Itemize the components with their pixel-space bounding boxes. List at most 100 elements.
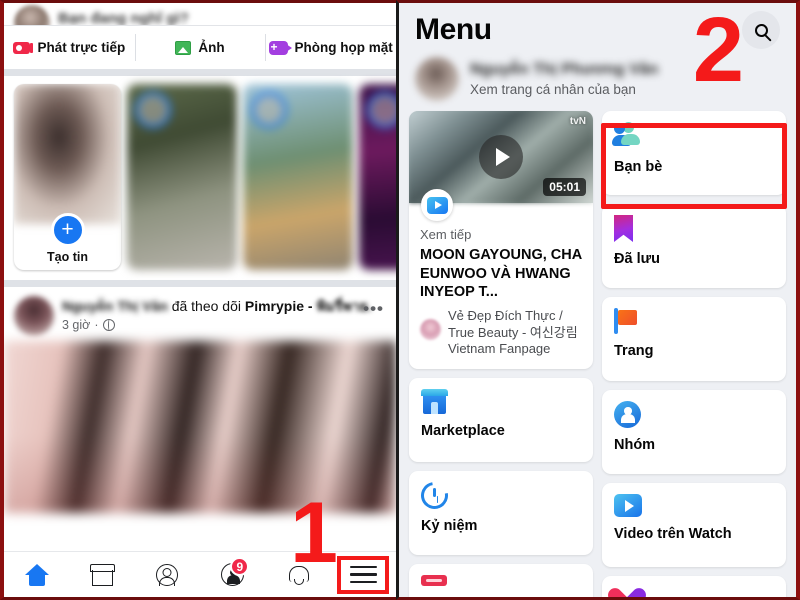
story-avatar-ring	[135, 92, 171, 128]
profile-name: Nguyễn Thị Phương Vân	[470, 61, 659, 78]
live-video-label: Phát trực tiếp	[37, 39, 126, 55]
facebook-menu-panel: Menu 2 Nguyễn Thị Phương Vân Xem trang c…	[396, 0, 800, 600]
flag-icon	[614, 308, 640, 334]
hamburger-bar	[349, 565, 377, 569]
red-card-icon	[421, 575, 447, 587]
video-room-label: Phòng họp mặt	[294, 39, 393, 55]
story-item[interactable]	[243, 84, 353, 270]
channel-tag: tvN	[569, 116, 586, 127]
hamburger-menu-icon[interactable]	[337, 555, 390, 594]
post-action-verb: đã theo dõi	[171, 298, 241, 314]
bookmark-icon	[614, 215, 633, 242]
post-headline: Nguyễn Thị Vân đã theo dõi Pimrypie - พิ…	[62, 297, 386, 315]
menu-tile-marketplace[interactable]: Marketplace	[409, 378, 593, 463]
menu-column-right: Bạn bè Đã lưu Trang Nhóm Video trên Watc	[602, 111, 786, 597]
video-room-button[interactable]: Phòng họp mặt	[265, 26, 396, 69]
annotation-step-2: 2	[692, 0, 744, 101]
stories-carousel[interactable]: + Tạo tin	[4, 84, 396, 270]
video-page-name: Vẻ Đẹp Đích Thực / True Beauty - 여신강림 Vi…	[448, 307, 578, 357]
profile-text-block: Nguyễn Thị Phương Vân Xem trang cá nhân …	[470, 61, 658, 97]
shop-icon	[90, 564, 116, 586]
facebook-feed-panel: Bạn đang nghĩ gì? Phát trực tiếp Ảnh Phò…	[0, 0, 396, 600]
composer-prompt: Bạn đang nghĩ gì?	[58, 10, 189, 25]
annotation-step-1: 1	[290, 484, 338, 581]
watch-glyph	[426, 196, 448, 214]
watch-video-icon	[614, 494, 642, 517]
menu-tile-saved[interactable]: Đã lưu	[602, 204, 786, 288]
post-header: Nguyễn Thị Vân đã theo dõi Pimrypie - พิ…	[4, 287, 396, 341]
video-duration: 05:01	[543, 178, 586, 196]
search-icon	[754, 23, 768, 37]
menu-tile-label: Nhóm	[614, 437, 656, 453]
hamburger-bar	[349, 573, 377, 576]
dating-heart-icon	[614, 587, 642, 597]
plus-icon[interactable]: +	[50, 213, 85, 247]
stories-section: + Tạo tin	[4, 69, 396, 280]
menu-tile-pages[interactable]: Trang	[602, 297, 786, 381]
globe-icon	[102, 319, 115, 331]
marketplace-icon	[421, 389, 448, 415]
menu-tile-partial-right[interactable]	[602, 576, 786, 597]
video-room-icon	[268, 39, 292, 55]
profile-subtitle: Xem trang cá nhân của bạn	[470, 82, 636, 97]
nav-groups[interactable]: 9	[200, 552, 265, 597]
groups-badge: 9	[230, 557, 250, 576]
nav-profile[interactable]	[135, 552, 200, 597]
continue-watching-card[interactable]: tvN 05:01 Xem tiếp MOON GAYOUNG, CHA EUN…	[409, 111, 593, 370]
menu-tile-label: Bạn bè	[614, 159, 663, 175]
page-avatar	[420, 318, 441, 340]
menu-tile-label: Trang	[614, 343, 654, 359]
menu-tile-label: Kỷ niệm	[421, 518, 478, 535]
post-author-avatar[interactable]	[14, 296, 54, 336]
hamburger-bar	[349, 580, 377, 584]
create-story-label: Tạo tin	[47, 250, 88, 264]
play-icon[interactable]	[479, 135, 523, 179]
feed-post: Nguyễn Thị Vân đã theo dõi Pimrypie - พิ…	[4, 280, 396, 513]
photo-icon	[175, 40, 192, 55]
photo-button[interactable]: Ảnh	[134, 26, 266, 69]
story-avatar-ring	[251, 92, 287, 128]
live-video-icon	[13, 41, 34, 54]
menu-tile-label: Marketplace	[421, 423, 505, 440]
user-avatar	[415, 57, 459, 101]
groups-icon	[614, 401, 641, 428]
post-separator: ·	[94, 318, 99, 332]
nav-home[interactable]	[4, 552, 69, 597]
watch-icon	[421, 189, 453, 221]
menu-tile-watch[interactable]: Video trên Watch	[602, 483, 786, 567]
menu-column-left: tvN 05:01 Xem tiếp MOON GAYOUNG, CHA EUN…	[409, 111, 593, 597]
story-item[interactable]	[359, 84, 396, 270]
user-avatar	[14, 5, 50, 25]
post-timestamp-row: 3 giờ ·	[62, 318, 386, 332]
video-card-body: Xem tiếp MOON GAYOUNG, CHA EUNWOO VÀ HWA…	[409, 203, 593, 369]
create-story-card[interactable]: + Tạo tin	[14, 84, 121, 270]
live-video-button[interactable]: Phát trực tiếp	[4, 26, 135, 69]
post-meta: Nguyễn Thị Vân đã theo dõi Pimrypie - พิ…	[62, 296, 386, 332]
more-options-icon[interactable]: •••	[363, 299, 384, 319]
menu-tile-label: Đã lưu	[614, 251, 660, 267]
create-story-thumbnail	[14, 84, 121, 224]
nav-marketplace[interactable]	[69, 552, 134, 597]
menu-tile-memories[interactable]: Kỷ niệm	[409, 471, 593, 556]
video-kicker: Xem tiếp	[420, 227, 472, 242]
page-title: Menu	[415, 13, 492, 46]
post-composer[interactable]: Bạn đang nghĩ gì?	[4, 3, 396, 25]
menu-tile-groups[interactable]: Nhóm	[602, 390, 786, 474]
photo-label: Ảnh	[198, 39, 225, 55]
search-button[interactable]	[742, 11, 780, 49]
menu-tile-partial-left[interactable]	[409, 564, 593, 597]
video-page-row[interactable]: Vẻ Đẹp Đích Thực / True Beauty - 여신강림 Vi…	[420, 308, 582, 359]
home-icon	[24, 563, 49, 586]
story-avatar-ring	[367, 92, 396, 128]
video-title: MOON GAYOUNG, CHA EUNWOO VÀ HWANG INYEOP…	[420, 247, 582, 301]
menu-tile-label: Video trên Watch	[614, 526, 732, 542]
post-author-name[interactable]: Nguyễn Thị Vân	[62, 298, 168, 314]
nav-menu[interactable]	[331, 552, 396, 597]
composer-action-row: Phát trực tiếp Ảnh Phòng họp mặt	[4, 25, 396, 69]
post-timestamp: 3 giờ	[62, 318, 91, 332]
menu-tile-friends[interactable]: Bạn bè	[602, 111, 786, 195]
memories-clock-icon	[421, 482, 448, 509]
post-target-name[interactable]: Pimrypie -	[245, 298, 313, 314]
menu-grid: tvN 05:01 Xem tiếp MOON GAYOUNG, CHA EUN…	[399, 111, 796, 597]
story-item[interactable]	[127, 84, 237, 270]
